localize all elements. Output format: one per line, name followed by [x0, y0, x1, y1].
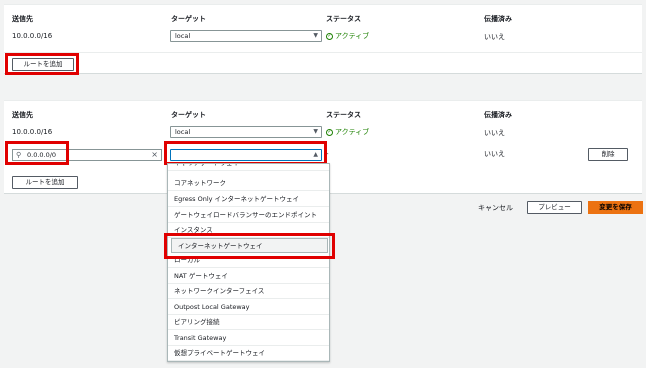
status-badge: ✓ アクティブ [326, 127, 369, 137]
option-gwlb-endpoint[interactable]: ゲートウェイロードバランサーのエンドポイント [168, 208, 329, 223]
route-table-panel-view: 送信先 ターゲット ステータス 伝播済み 10.0.0.0/16 local ▼… [4, 4, 642, 74]
destination-value: 10.0.0.0/16 [12, 128, 53, 136]
column-header-propagated: 伝播済み [484, 111, 512, 119]
option-nat-gateway[interactable]: NAT ゲートウェイ [168, 269, 329, 284]
target-select-value: local [175, 128, 191, 136]
propagated-value: いいえ [484, 129, 505, 137]
divider [4, 52, 642, 53]
clear-icon[interactable]: × [151, 150, 158, 160]
highlight-box [5, 141, 69, 165]
option-virtual-private-gateway[interactable]: 仮想プライベートゲートウェイ [168, 346, 329, 361]
propagated-value: いいえ [484, 33, 505, 41]
check-circle-icon: ✓ [326, 128, 333, 136]
column-header-propagated: 伝播済み [484, 15, 512, 23]
target-select[interactable]: local ▼ [170, 30, 322, 42]
option-core-network[interactable]: コアネットワーク [168, 176, 329, 191]
status-label: アクティブ [335, 32, 370, 40]
propagated-value: いいえ [484, 150, 505, 158]
option-outpost-local-gateway[interactable]: Outpost Local Gateway [168, 300, 329, 315]
highlight-box [5, 53, 79, 75]
column-header-destination: 送信先 [12, 111, 33, 119]
status-label: アクティブ [335, 128, 370, 136]
cancel-link[interactable]: キャンセル [478, 203, 513, 213]
option-peering-connection[interactable]: ピアリング接続 [168, 315, 329, 330]
caret-down-icon: ▼ [313, 32, 318, 39]
add-route-button[interactable]: ルートを追加 [12, 176, 78, 189]
caret-down-icon: ▼ [313, 128, 318, 135]
column-header-status: ステータス [326, 111, 361, 119]
destination-value: 10.0.0.0/16 [12, 32, 53, 40]
option-egress-only-igw[interactable]: Egress Only インターネットゲートウェイ [168, 192, 329, 207]
column-header-target: ターゲット [171, 15, 206, 23]
highlight-box [164, 141, 327, 165]
target-dropdown-menu: キャリアゲートウェイ コアネットワーク Egress Only インターネットゲ… [167, 163, 330, 362]
column-header-status: ステータス [326, 15, 361, 23]
save-changes-button[interactable]: 変更を保存 [588, 201, 643, 214]
option-transit-gateway[interactable]: Transit Gateway [168, 331, 329, 346]
column-header-destination: 送信先 [12, 15, 33, 23]
remove-button[interactable]: 削除 [588, 148, 628, 161]
status-badge: ✓ アクティブ [326, 31, 369, 41]
target-select[interactable]: local ▼ [170, 126, 322, 138]
target-select-value: local [175, 32, 191, 40]
check-circle-icon: ✓ [326, 32, 333, 40]
preview-button[interactable]: プレビュー [527, 201, 582, 214]
option-network-interface[interactable]: ネットワークインターフェイス [168, 284, 329, 299]
option-carrier-gateway[interactable]: キャリアゲートウェイ [168, 164, 329, 171]
column-header-target: ターゲット [171, 111, 206, 119]
highlight-box [164, 233, 335, 259]
